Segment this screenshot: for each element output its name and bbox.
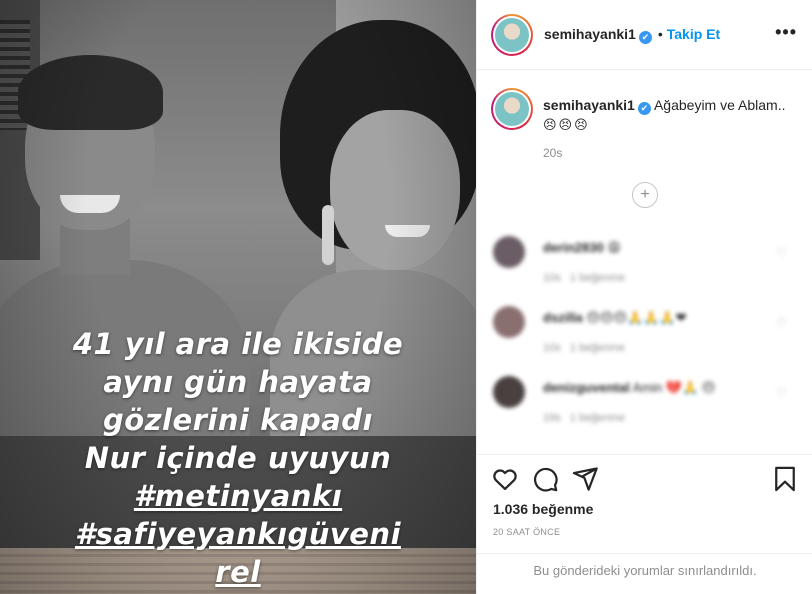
comment-likes[interactable]: 1 beğenme [570, 342, 625, 354]
avatar[interactable] [491, 14, 533, 56]
caption-emojis: 😣😣😣 [543, 117, 590, 132]
comment-username[interactable]: denizguvental [543, 380, 630, 395]
heart-icon[interactable] [491, 465, 519, 493]
overlay-line: 41 yıl ara ile ikiside [72, 327, 404, 361]
overlay-line: aynı gün hayata [103, 365, 373, 399]
comment-time: 19s [543, 412, 561, 424]
overlay-caption: 41 yıl ara ile ikiside aynı gün hayata g… [0, 325, 476, 591]
verified-icon: ✔ [637, 102, 651, 115]
like-count[interactable]: 1.036 beğenme [493, 501, 593, 517]
comment-text: Amin 💔🙏 😔 [632, 380, 716, 395]
list-item: derin2830 😩 10s 1 beğenme ♡ [491, 232, 801, 302]
comment-username[interactable]: derin2830 [543, 240, 604, 255]
caption-username[interactable]: semihayanki1 [543, 97, 635, 113]
comment-avatar[interactable] [493, 236, 525, 268]
post-side-panel: semihayanki1 ✔ • Takip Et ••• semihayanki1 ✔… [476, 0, 812, 594]
caption-text: Ağabeyim ve Ablam.. [653, 97, 786, 113]
more-options-icon[interactable]: ••• [775, 22, 797, 43]
verified-icon: ✔ [638, 31, 652, 44]
comment-likes[interactable]: 1 beğenme [570, 272, 625, 284]
comment-avatar[interactable] [493, 376, 525, 408]
comment-text: 😩 [607, 240, 621, 255]
list-item: denizguvental Amin 💔🙏 😔 19s 1 beğenme ♡ [491, 372, 801, 442]
comment-heart-icon[interactable]: ♡ [776, 386, 787, 400]
caption-time: 20s [543, 146, 563, 160]
comment-username[interactable]: dszilla [543, 310, 583, 325]
comment-heart-icon[interactable]: ♡ [776, 316, 787, 330]
post-image[interactable]: 41 yıl ara ile ikiside aynı gün hayata g… [0, 0, 476, 594]
comment-list: derin2830 😩 10s 1 beğenme ♡ dszilla 😔😔😔🙏… [491, 232, 801, 454]
post-header: semihayanki1 ✔ • Takip Et ••• [477, 0, 812, 70]
comment-text: 😔😔😔🙏🙏🙏❤ [586, 310, 687, 325]
load-more-comments-button[interactable]: + [632, 182, 658, 208]
comment-likes[interactable]: 1 beğenme [570, 412, 625, 424]
overlay-line: gözlerini kapadı [103, 403, 373, 437]
overlay-hashtag: #safiyeyankıgüveni [74, 517, 402, 551]
comment-time: 10s [543, 342, 561, 354]
comment-icon[interactable] [531, 465, 559, 493]
comment-avatar[interactable] [493, 306, 525, 338]
comment-heart-icon[interactable]: ♡ [776, 246, 787, 260]
list-item: dszilla 😔😔😔🙏🙏🙏❤ 10s 1 beğenme ♡ [491, 302, 801, 372]
separator: • [657, 26, 663, 42]
share-icon[interactable] [571, 465, 599, 493]
overlay-hashtag: #metinyankı [133, 479, 343, 513]
follow-button[interactable]: Takip Et [667, 26, 720, 42]
bookmark-icon[interactable] [771, 465, 799, 493]
post-actions: 1.036 beğenme 20 SAAT ÖNCE Bu gönderidek… [477, 454, 812, 594]
comment-time: 10s [543, 272, 561, 284]
header-username[interactable]: semihayanki1 [544, 26, 636, 42]
caption-avatar[interactable] [491, 88, 533, 130]
overlay-hashtag: rel [215, 555, 261, 589]
comments-restricted-notice: Bu gönderideki yorumlar sınırlandırıldı. [477, 553, 812, 594]
post-timestamp[interactable]: 20 SAAT ÖNCE [493, 527, 560, 537]
overlay-line: Nur içinde uyuyun [84, 441, 392, 475]
